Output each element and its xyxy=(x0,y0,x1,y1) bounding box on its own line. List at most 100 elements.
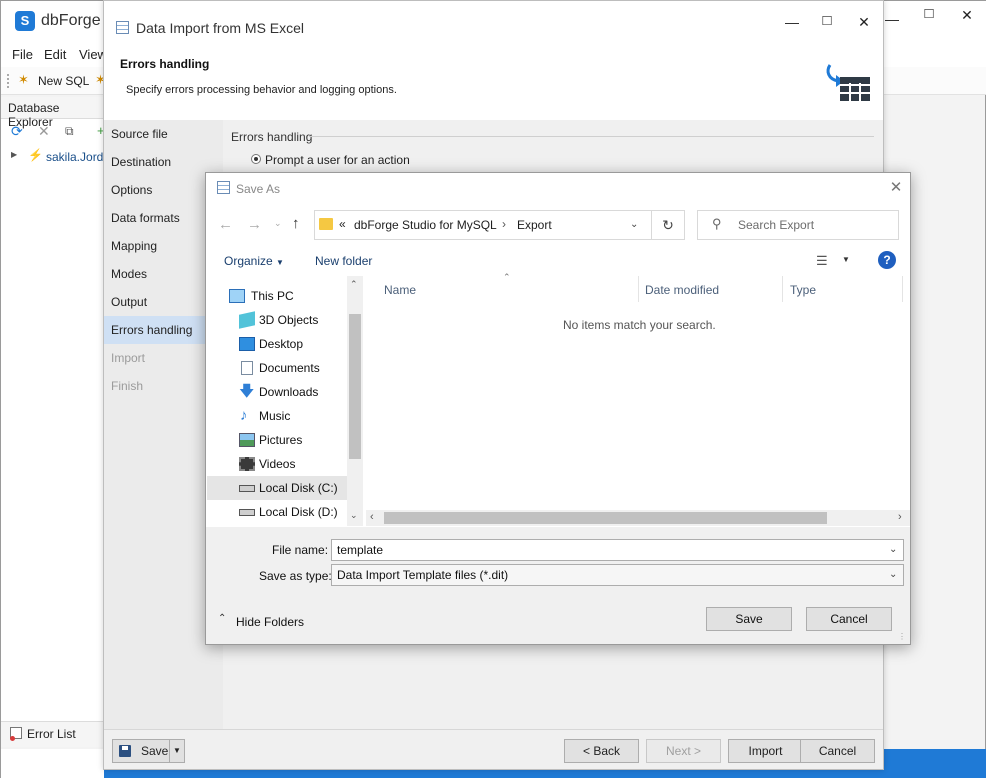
file-name-dropdown-icon[interactable]: ⌄ xyxy=(889,540,899,560)
document-icon xyxy=(241,361,253,375)
dbforge-logo-icon: S xyxy=(15,11,35,31)
scroll-down-icon[interactable]: ⌄ xyxy=(350,510,358,521)
back-button[interactable]: < Back xyxy=(564,739,639,763)
tree-item-local-disk-d[interactable]: Local Disk (D:) xyxy=(207,500,347,524)
organize-label: Organize xyxy=(224,254,273,268)
column-divider[interactable] xyxy=(782,276,783,302)
search-icon: ⚲ xyxy=(712,216,722,231)
list-scroll-thumb[interactable] xyxy=(384,512,827,524)
tree-item-3d-objects[interactable]: 3D Objects xyxy=(207,308,347,332)
import-button[interactable]: Import xyxy=(728,739,803,763)
video-icon xyxy=(239,457,255,471)
app-maximize-button[interactable]: □ xyxy=(914,0,944,28)
wizard-title-icon xyxy=(116,21,129,34)
wizard-close-button[interactable]: ✕ xyxy=(849,8,879,36)
tree-item-desktop[interactable]: Desktop xyxy=(207,332,347,356)
music-icon: ♪ xyxy=(240,407,248,424)
tree-item-music[interactable]: ♪ Music xyxy=(207,404,347,428)
save-as-close-button[interactable]: ✕ xyxy=(885,177,907,199)
tree-connection-item[interactable]: sakila.Jorda xyxy=(46,150,110,164)
wizard-footer: Save ▼ < Back Next > Import Cancel xyxy=(104,729,883,769)
new-sql-button[interactable]: New SQL xyxy=(38,74,89,88)
wizard-minimize-button[interactable]: — xyxy=(777,8,807,36)
wizard-step-title: Errors handling xyxy=(120,57,210,71)
refresh-icon[interactable]: ⟳ xyxy=(11,123,23,140)
column-type[interactable]: Type xyxy=(790,283,816,297)
duplicate-icon[interactable]: ⧉ xyxy=(65,124,74,139)
list-horizontal-scrollbar[interactable]: ‹ › xyxy=(366,510,910,526)
nav-source-file[interactable]: Source file xyxy=(104,120,223,148)
drive-icon xyxy=(239,485,255,492)
refresh-address-icon[interactable]: ↻ xyxy=(652,210,685,240)
tree-scrollbar[interactable]: ⌃ ⌄ xyxy=(347,276,363,526)
error-list-icon xyxy=(10,727,22,741)
cancel-button[interactable]: Cancel xyxy=(806,607,892,631)
menu-edit[interactable]: Edit xyxy=(44,47,66,62)
tree-item-videos[interactable]: Videos xyxy=(207,452,347,476)
view-dropdown-icon[interactable]: ▼ xyxy=(842,255,850,264)
resize-grip-icon[interactable]: ⋮ xyxy=(898,632,906,641)
tree-item-label: Local Disk (D:) xyxy=(259,505,338,519)
hide-folders-button[interactable]: Hide Folders xyxy=(236,615,304,629)
error-list-tab[interactable]: Error List xyxy=(1,721,104,747)
new-folder-button[interactable]: New folder xyxy=(315,254,372,268)
save-type-value: Data Import Template files (*.dit) xyxy=(337,568,509,582)
desktop-icon xyxy=(239,337,255,351)
next-button: Next > xyxy=(646,739,721,763)
save-as-form: File name: template ⌄ Save as type: Data… xyxy=(206,527,910,644)
wizard-cancel-button[interactable]: Cancel xyxy=(800,739,875,763)
empty-list-message: No items match your search. xyxy=(563,318,716,332)
sort-indicator-icon: ⌃ xyxy=(503,272,511,282)
tree-item-pictures[interactable]: Pictures xyxy=(207,428,347,452)
folder-tree: This PC 3D Objects Desktop Documents 🡇 D… xyxy=(207,276,363,526)
save-type-select[interactable]: Data Import Template files (*.dit) ⌄ xyxy=(331,564,904,586)
view-options-icon[interactable]: ☰ xyxy=(816,253,828,269)
column-divider[interactable] xyxy=(638,276,639,302)
section-divider xyxy=(309,136,874,137)
forward-arrow-icon[interactable]: → xyxy=(247,216,262,233)
wizard-maximize-button[interactable]: □ xyxy=(812,7,842,35)
breadcrumb-overflow[interactable]: « xyxy=(339,217,346,231)
tree-item-label: 3D Objects xyxy=(259,313,319,327)
scroll-left-icon[interactable]: ‹ xyxy=(370,511,374,523)
breadcrumb-current[interactable]: Export xyxy=(517,218,552,232)
save-disk-icon xyxy=(119,745,131,757)
scroll-up-icon[interactable]: ⌃ xyxy=(350,279,358,290)
file-list: ⌃ Name Date modified Type No items match… xyxy=(366,272,910,526)
column-divider[interactable] xyxy=(902,276,903,302)
tree-item-downloads[interactable]: 🡇 Downloads xyxy=(207,380,347,404)
tree-scroll-thumb[interactable] xyxy=(349,314,361,459)
wizard-title: Data Import from MS Excel xyxy=(136,20,305,36)
help-icon[interactable]: ? xyxy=(878,251,896,269)
wizard-save-button[interactable]: Save xyxy=(112,739,176,763)
column-date-modified[interactable]: Date modified xyxy=(645,283,719,297)
menu-file[interactable]: File xyxy=(12,47,33,62)
save-button[interactable]: Save xyxy=(706,607,792,631)
tree-item-label: Videos xyxy=(259,457,296,471)
disconnect-icon[interactable]: ✕ xyxy=(38,123,50,140)
database-explorer-title: Database Explorer xyxy=(1,97,104,129)
tree-item-local-disk-c[interactable]: Local Disk (C:) xyxy=(207,476,347,500)
scroll-right-icon[interactable]: › xyxy=(898,511,902,523)
recent-locations-chevron-icon[interactable]: ⌄ xyxy=(274,218,282,229)
up-arrow-icon[interactable]: ↑ xyxy=(292,215,300,232)
search-box[interactable]: ⚲ Search Export xyxy=(697,210,899,240)
file-name-input[interactable]: template ⌄ xyxy=(331,539,904,561)
hide-folders-chevron-icon[interactable]: ⌃ xyxy=(218,613,226,624)
wizard-save-dropdown[interactable]: ▼ xyxy=(169,739,185,763)
prompt-user-radio[interactable] xyxy=(251,154,261,164)
address-dropdown-icon[interactable]: ⌄ xyxy=(630,219,638,230)
save-type-dropdown-icon[interactable]: ⌄ xyxy=(889,565,899,585)
expand-arrow-icon[interactable]: ▶ xyxy=(11,150,17,159)
tree-item-documents[interactable]: Documents xyxy=(207,356,347,380)
app-close-button[interactable]: ✕ xyxy=(952,1,982,29)
tree-item-label: Pictures xyxy=(259,433,303,447)
organize-button[interactable]: Organize ▼ xyxy=(224,254,284,268)
column-name[interactable]: Name xyxy=(384,283,416,297)
wizard-save-label: Save xyxy=(141,744,169,758)
address-bar[interactable]: « dbForge Studio for MySQL › Export ⌄ xyxy=(314,210,652,240)
tree-item-this-pc[interactable]: This PC xyxy=(207,284,347,308)
back-arrow-icon[interactable]: ← xyxy=(218,216,233,233)
prompt-user-radio-label[interactable]: Prompt a user for an action xyxy=(265,153,410,167)
breadcrumb-parent[interactable]: dbForge Studio for MySQL xyxy=(354,218,497,232)
